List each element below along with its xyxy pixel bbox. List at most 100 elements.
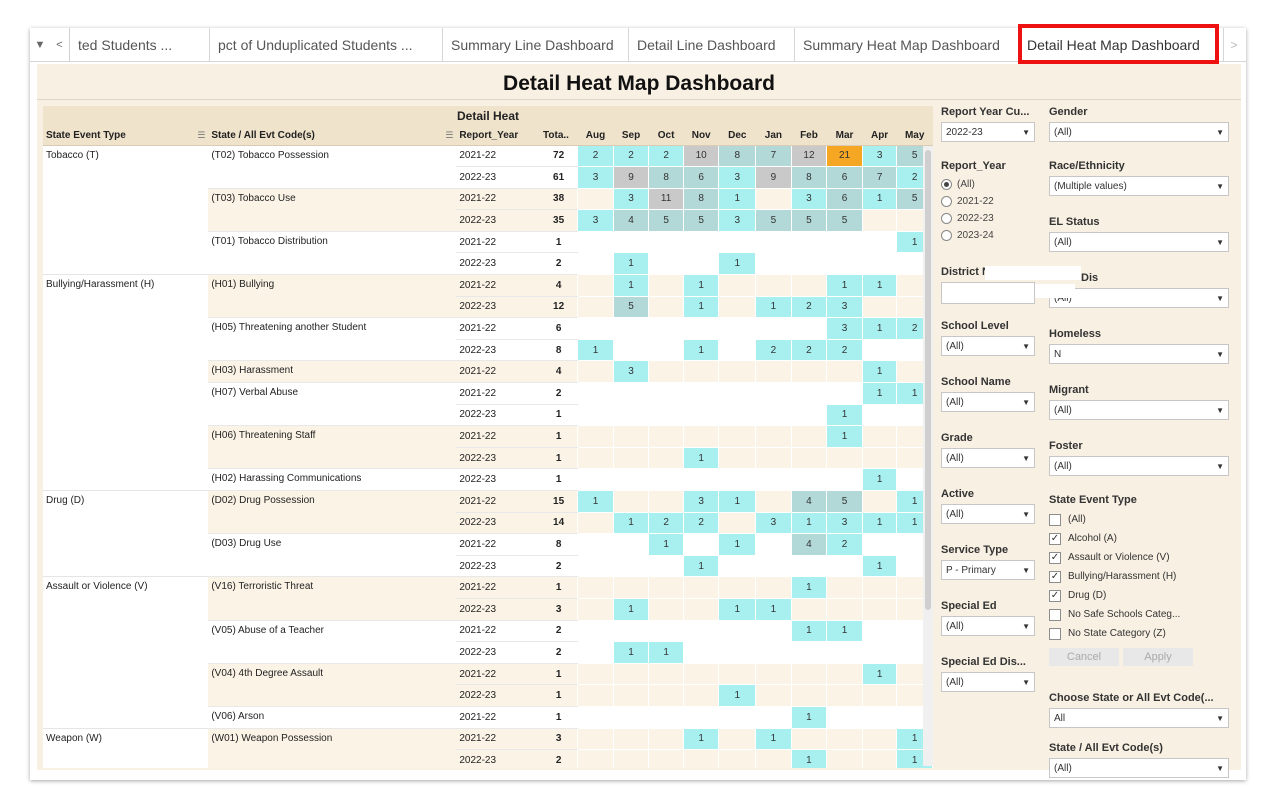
heat-cell[interactable]: 1 bbox=[861, 360, 898, 384]
heat-cell[interactable]: 1 bbox=[612, 274, 650, 297]
checkbox-checked-icon[interactable]: ✓ bbox=[1049, 551, 1061, 564]
heat-cell[interactable] bbox=[718, 338, 757, 362]
heat-cell[interactable] bbox=[577, 727, 614, 751]
checkbox-icon[interactable] bbox=[1049, 627, 1061, 640]
heat-cell[interactable]: 1 bbox=[612, 597, 650, 621]
report-year-cu-dropdown[interactable]: 2022-23 ▼ bbox=[941, 122, 1035, 142]
tab-summary-heat-map-dashboard[interactable]: Summary Heat Map Dashboard bbox=[795, 28, 1019, 61]
heat-cell[interactable] bbox=[577, 295, 614, 319]
heat-cell[interactable] bbox=[755, 382, 792, 405]
heat-cell[interactable] bbox=[612, 554, 650, 578]
race-ethnicity-dropdown[interactable]: (Multiple values) ▼ bbox=[1049, 176, 1229, 196]
heat-cell[interactable]: 1 bbox=[861, 511, 898, 535]
heat-cell[interactable] bbox=[612, 749, 650, 768]
heat-cell[interactable]: 1 bbox=[861, 274, 898, 297]
heat-cell[interactable] bbox=[682, 317, 720, 340]
heat-cell[interactable] bbox=[861, 446, 898, 470]
heat-cell[interactable] bbox=[861, 727, 898, 751]
radio-report-year-2022[interactable]: 2022-23 bbox=[941, 210, 1035, 227]
heat-cell[interactable]: 1 bbox=[861, 554, 898, 578]
heat-cell[interactable] bbox=[577, 425, 614, 448]
heat-cell[interactable] bbox=[577, 511, 614, 535]
heat-cell[interactable] bbox=[861, 338, 898, 362]
school-name-dropdown[interactable]: (All) ▼ bbox=[941, 392, 1035, 412]
heat-cell[interactable] bbox=[755, 662, 792, 686]
col-header-event-type[interactable]: State Event Type ☰ bbox=[43, 126, 209, 146]
heat-cell[interactable] bbox=[718, 619, 757, 643]
grade-dropdown[interactable]: (All) ▼ bbox=[941, 448, 1035, 468]
heat-cell[interactable]: 6 bbox=[826, 187, 863, 211]
heat-cell[interactable] bbox=[682, 468, 720, 491]
heat-cell[interactable]: 3 bbox=[577, 209, 614, 232]
heat-cell[interactable] bbox=[755, 274, 792, 297]
heat-cell[interactable] bbox=[648, 554, 684, 578]
heat-cell[interactable]: 1 bbox=[612, 641, 650, 664]
heat-cell[interactable] bbox=[612, 425, 650, 448]
heat-cell[interactable] bbox=[577, 317, 614, 340]
heat-cell[interactable] bbox=[861, 576, 898, 599]
heat-cell[interactable] bbox=[790, 597, 828, 621]
col-header-month[interactable]: Apr bbox=[862, 126, 897, 146]
heat-cell[interactable] bbox=[826, 576, 863, 599]
heat-cell[interactable]: 3 bbox=[682, 490, 720, 513]
heat-cell[interactable] bbox=[718, 705, 757, 729]
heat-cell[interactable]: 2 bbox=[648, 511, 684, 535]
heat-cell[interactable]: 8 bbox=[718, 144, 757, 168]
heat-cell[interactable] bbox=[755, 360, 792, 384]
heat-cell[interactable] bbox=[682, 662, 720, 686]
heat-cell[interactable]: 5 bbox=[790, 209, 828, 232]
heat-cell[interactable]: 7 bbox=[861, 166, 898, 189]
event-code-cell[interactable]: (H01) Bullying bbox=[208, 274, 457, 319]
sort-icon[interactable]: ☰ bbox=[445, 130, 453, 141]
heat-cell[interactable] bbox=[826, 662, 863, 686]
heat-cell[interactable] bbox=[790, 684, 828, 707]
heat-cell[interactable] bbox=[718, 425, 757, 448]
heat-cell[interactable] bbox=[648, 425, 684, 448]
event-code-cell[interactable]: (V16) Terroristic Threat bbox=[208, 576, 457, 621]
state-event-type-option[interactable]: (All) bbox=[1049, 510, 1229, 529]
heat-cell[interactable] bbox=[826, 684, 863, 707]
heat-cell[interactable] bbox=[577, 684, 614, 707]
heat-cell[interactable] bbox=[790, 274, 828, 297]
heat-cell[interactable] bbox=[648, 597, 684, 621]
heat-cell[interactable] bbox=[790, 382, 828, 405]
heat-cell[interactable] bbox=[612, 705, 650, 729]
heat-cell[interactable] bbox=[648, 619, 684, 643]
heat-cell[interactable] bbox=[577, 705, 614, 729]
heat-cell[interactable] bbox=[826, 360, 863, 384]
heat-cell[interactable]: 5 bbox=[826, 209, 863, 232]
heat-cell[interactable]: 8 bbox=[790, 166, 828, 189]
heat-cell[interactable] bbox=[861, 230, 898, 254]
heat-cell[interactable]: 3 bbox=[755, 511, 792, 535]
col-header-month[interactable]: Aug bbox=[577, 126, 614, 146]
heat-cell[interactable] bbox=[861, 209, 898, 232]
heat-cell[interactable] bbox=[826, 705, 863, 729]
heat-cell[interactable] bbox=[790, 468, 828, 491]
heat-cell[interactable]: 1 bbox=[718, 684, 757, 707]
heat-cell[interactable]: 1 bbox=[648, 533, 684, 556]
event-type-cell[interactable]: Assault or Violence (V) bbox=[43, 576, 209, 729]
event-code-cell[interactable]: (T03) Tobacco Use bbox=[208, 188, 457, 232]
heat-cell[interactable] bbox=[612, 662, 650, 686]
heat-cell[interactable] bbox=[612, 403, 650, 427]
heat-cell[interactable]: 1 bbox=[648, 641, 684, 664]
heat-cell[interactable] bbox=[577, 468, 614, 491]
heat-cell[interactable] bbox=[718, 641, 757, 664]
heat-cell[interactable] bbox=[861, 619, 898, 643]
heat-cell[interactable] bbox=[861, 749, 898, 768]
heat-cell[interactable] bbox=[648, 230, 684, 254]
heat-cell[interactable] bbox=[577, 446, 614, 470]
heat-cell[interactable]: 5 bbox=[682, 209, 720, 232]
heat-cell[interactable] bbox=[718, 554, 757, 578]
heat-cell[interactable]: 4 bbox=[790, 490, 828, 513]
heat-cell[interactable]: 1 bbox=[755, 597, 792, 621]
heat-cell[interactable] bbox=[577, 252, 614, 276]
heat-cell[interactable] bbox=[577, 554, 614, 578]
heat-cell[interactable]: 3 bbox=[790, 187, 828, 211]
heat-cell[interactable] bbox=[682, 425, 720, 448]
heat-cell[interactable]: 2 bbox=[648, 144, 684, 168]
heat-cell[interactable]: 2 bbox=[682, 511, 720, 535]
heat-cell[interactable] bbox=[755, 446, 792, 470]
event-code-cell[interactable]: (D02) Drug Possession bbox=[208, 490, 457, 535]
tab-pct-unduplicated[interactable]: pct of Unduplicated Students ... bbox=[210, 28, 443, 61]
